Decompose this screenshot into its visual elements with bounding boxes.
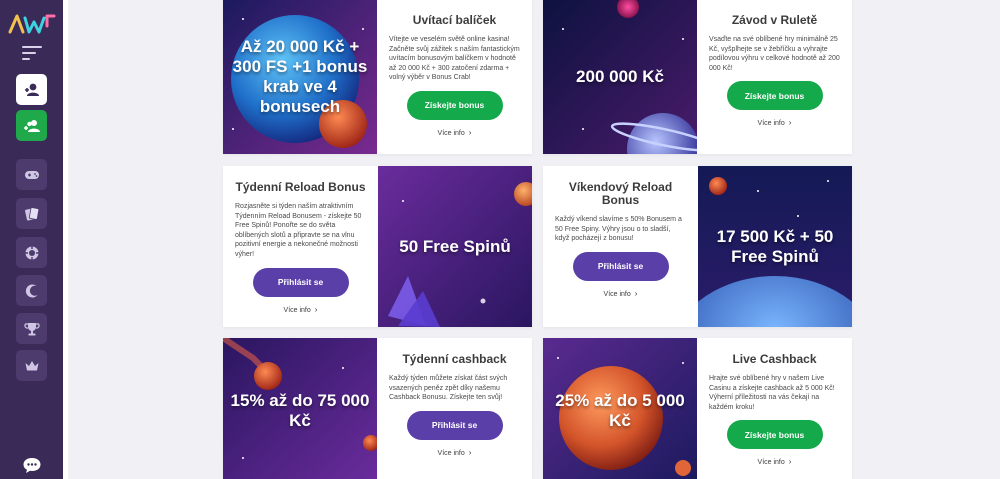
get-bonus-button[interactable]: Získejte bonus	[726, 81, 823, 111]
trophy-icon	[23, 322, 40, 335]
promo-title: Live Cashback	[732, 352, 817, 366]
crown-icon	[25, 360, 38, 370]
promo-description: Rozjasněte si týden naším atraktivním Tý…	[235, 203, 362, 258]
vip-nav[interactable]	[16, 350, 47, 381]
more-info-label: Více info	[283, 306, 311, 314]
promo-info: Týdenní cashback Každý týden můžete získ…	[377, 338, 532, 479]
promo-description: Vsaďte na své oblíbené hry minimálně 25 …	[709, 36, 840, 72]
gamepad-icon	[24, 170, 39, 179]
chevron-right-icon: ›	[468, 127, 472, 137]
promo-description: Hrajte své oblíbené hry v našem Live Cas…	[709, 375, 835, 411]
more-info-label: Více info	[437, 449, 465, 457]
chevron-right-icon: ›	[468, 447, 472, 457]
promo-card-weekend-reload: 17 500 Kč + 50 Free Spinů Víkendový Relo…	[543, 166, 852, 327]
promo-description: Vítejte ve veselém světě online kasina! …	[389, 36, 520, 82]
poker-chip-nav[interactable]	[16, 237, 47, 268]
menu-icon[interactable]	[22, 46, 42, 60]
promo-title: Uvítací balíček	[412, 13, 497, 27]
get-bonus-button[interactable]: Získejte bonus	[726, 420, 823, 450]
promo-card-roulette-race: 200 000 Kč Závod v Ruletě Vsaďte na své …	[543, 0, 852, 154]
promo-card-weekly-reload: 50 Free Spinů Týdenní Reload Bonus Rozja…	[223, 166, 532, 327]
promo-card-weekly-cashback: 15% až do 75 000 Kč Týdenní cashback Kaž…	[223, 338, 532, 479]
promo-image: 25% až do 5 000 Kč	[543, 338, 697, 479]
more-info-link[interactable]: Více info ›	[389, 448, 520, 457]
promo-image-text: 200 000 Kč	[576, 66, 664, 86]
promo-image: 50 Free Spinů	[378, 166, 532, 327]
chat-icon[interactable]	[22, 456, 42, 474]
promo-description: Každý týden můžete získat část svých vsa…	[389, 375, 508, 402]
chevron-right-icon: ›	[634, 288, 638, 298]
promo-info: Live Cashback Hrajte své oblíbené hry v …	[697, 338, 852, 479]
login-button[interactable]: Přihlásit se	[406, 410, 503, 440]
cards-nav[interactable]	[16, 198, 47, 229]
promo-image-text: Až 20 000 Kč + 300 FS +1 bonus krab ve 4…	[232, 36, 368, 116]
more-info-link[interactable]: Více info ›	[709, 118, 840, 127]
login-button[interactable]: Přihlásit se	[252, 267, 349, 297]
chevron-right-icon: ›	[788, 457, 792, 467]
more-info-label: Více info	[437, 129, 465, 137]
promo-image: 17 500 Kč + 50 Free Spinů	[698, 166, 852, 327]
promo-title: Týdenní cashback	[402, 352, 507, 366]
more-info-link[interactable]: Více info ›	[555, 289, 686, 298]
promo-image: 15% až do 75 000 Kč	[223, 338, 377, 479]
promo-description: Každý víkend slavíme s 50% Bonusem a 50 …	[555, 216, 682, 243]
promo-image: Až 20 000 Kč + 300 FS +1 bonus krab ve 4…	[223, 0, 377, 154]
promo-image-text: 17 500 Kč + 50 Free Spinů	[716, 226, 834, 266]
register-button[interactable]	[16, 110, 47, 141]
promo-card-live-cashback: 25% až do 5 000 Kč Live Cashback Hrajte …	[543, 338, 852, 479]
chip-icon	[25, 246, 38, 259]
promo-image-text: 25% až do 5 000 Kč	[555, 390, 685, 430]
user-icon	[24, 83, 39, 96]
promo-image-text: 15% až do 75 000 Kč	[230, 390, 370, 430]
get-bonus-button[interactable]: Získejte bonus	[406, 90, 503, 120]
promo-info: Závod v Ruletě Vsaďte na své oblíbené hr…	[697, 0, 852, 154]
sidebar	[0, 0, 63, 479]
chevron-right-icon: ›	[788, 118, 792, 128]
more-info-link[interactable]: Více info ›	[235, 305, 366, 314]
promotions-nav[interactable]	[16, 275, 47, 306]
promo-info: Týdenní Reload Bonus Rozjasněte si týden…	[223, 166, 378, 327]
promo-title: Závod v Ruletě	[731, 13, 818, 27]
more-info-label: Více info	[757, 459, 785, 467]
more-info-link[interactable]: Více info ›	[389, 128, 520, 137]
more-info-label: Více info	[757, 120, 785, 128]
promo-image: 200 000 Kč	[543, 0, 697, 154]
add-user-icon	[23, 119, 40, 132]
more-info-link[interactable]: Více info ›	[709, 457, 840, 466]
games-nav[interactable]	[16, 159, 47, 190]
promo-image-text: 50 Free Spinů	[399, 236, 511, 256]
sidebar-divider	[63, 0, 68, 479]
more-info-label: Více info	[603, 290, 631, 298]
promo-card-welcome: Až 20 000 Kč + 300 FS +1 bonus krab ve 4…	[223, 0, 532, 154]
logo[interactable]	[8, 10, 56, 36]
cards-icon	[24, 206, 39, 220]
promo-info: Víkendový Reload Bonus Každý víkend slav…	[543, 166, 698, 327]
moon-icon	[25, 284, 37, 298]
tournament-nav[interactable]	[16, 313, 47, 344]
promo-info: Uvítací balíček Vítejte ve veselém světě…	[377, 0, 532, 154]
chevron-right-icon: ›	[314, 304, 318, 314]
promo-title: Víkendový Reload Bonus	[568, 180, 673, 207]
promo-title: Týdenní Reload Bonus	[235, 180, 366, 194]
login-button[interactable]	[16, 74, 47, 105]
login-button[interactable]: Přihlásit se	[572, 251, 669, 281]
